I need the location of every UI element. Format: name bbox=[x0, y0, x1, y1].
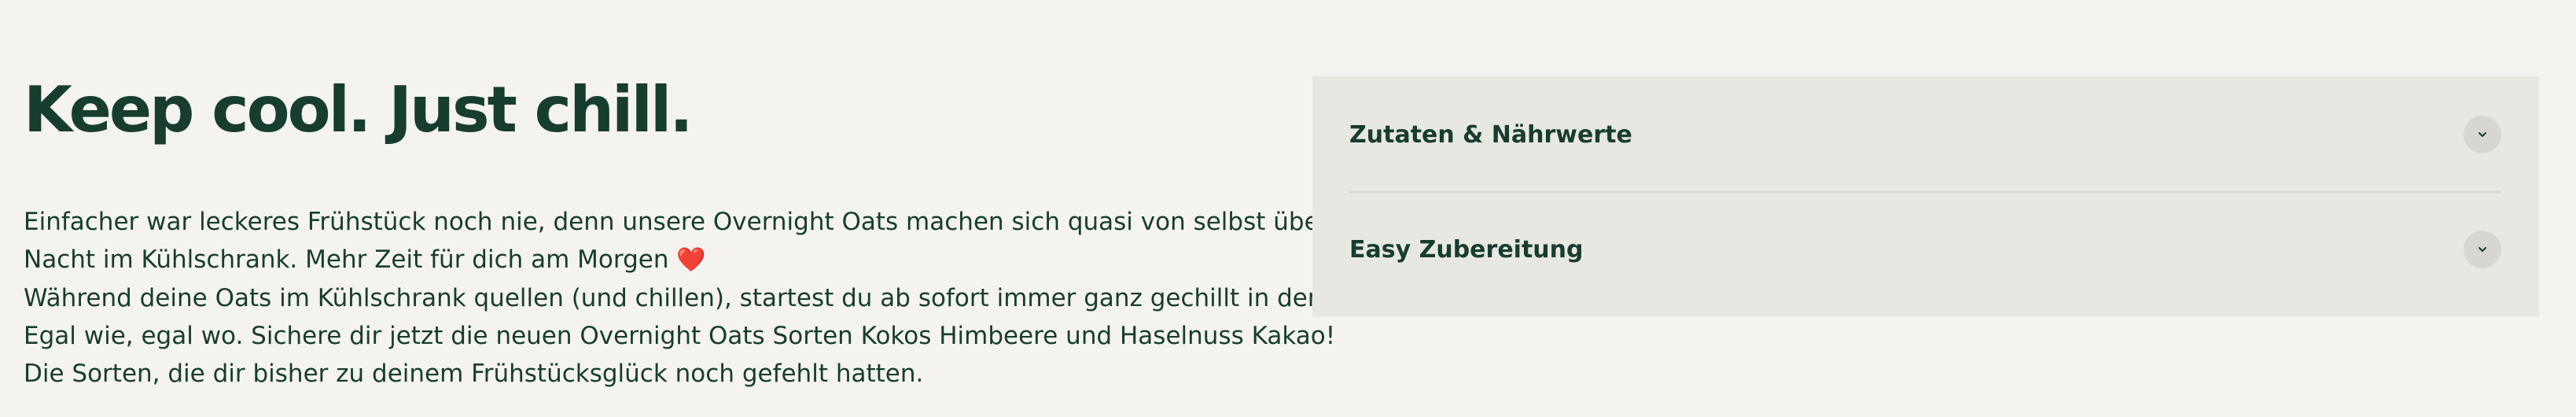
accordion-label-zutaten: Zutaten & Nährwerte bbox=[1349, 120, 1632, 149]
chevron-down-icon[interactable] bbox=[2464, 116, 2501, 153]
accordion-item-zutaten[interactable]: Zutaten & Nährwerte bbox=[1349, 78, 2501, 193]
description-line-3: Während deine Oats im Kühlschrank quelle… bbox=[24, 284, 1380, 312]
chevron-down-icon[interactable] bbox=[2464, 231, 2501, 268]
description-line-1: Einfacher war leckeres Frühstück noch ni… bbox=[24, 208, 1330, 236]
accordion-label-zubereitung: Easy Zubereitung bbox=[1349, 235, 1584, 264]
description-line-2: Nacht im Kühlschrank. Mehr Zeit für dich… bbox=[24, 241, 1274, 279]
description-line-2-text: Nacht im Kühlschrank. Mehr Zeit für dich… bbox=[24, 245, 669, 274]
heart-emoji-icon: ❤️ bbox=[676, 246, 706, 274]
description-line-5: Die Sorten, die dir bisher zu deinem Frü… bbox=[24, 360, 924, 388]
chevron-down-glyph bbox=[2478, 247, 2486, 252]
page-title: Keep cool. Just chill. bbox=[24, 73, 694, 146]
chevron-down-glyph bbox=[2478, 132, 2486, 137]
accordion-item-zubereitung[interactable]: Easy Zubereitung bbox=[1349, 193, 2501, 306]
accordion-panel: Zutaten & Nährwerte Easy Zubereitung bbox=[1312, 76, 2539, 317]
description-line-4: Egal wie, egal wo. Sichere dir jetzt die… bbox=[24, 322, 1336, 350]
description: Einfacher war leckeres Frühstück noch ni… bbox=[24, 203, 1380, 393]
intro-section: Keep cool. Just chill. Einfacher war lec… bbox=[24, 71, 1380, 393]
